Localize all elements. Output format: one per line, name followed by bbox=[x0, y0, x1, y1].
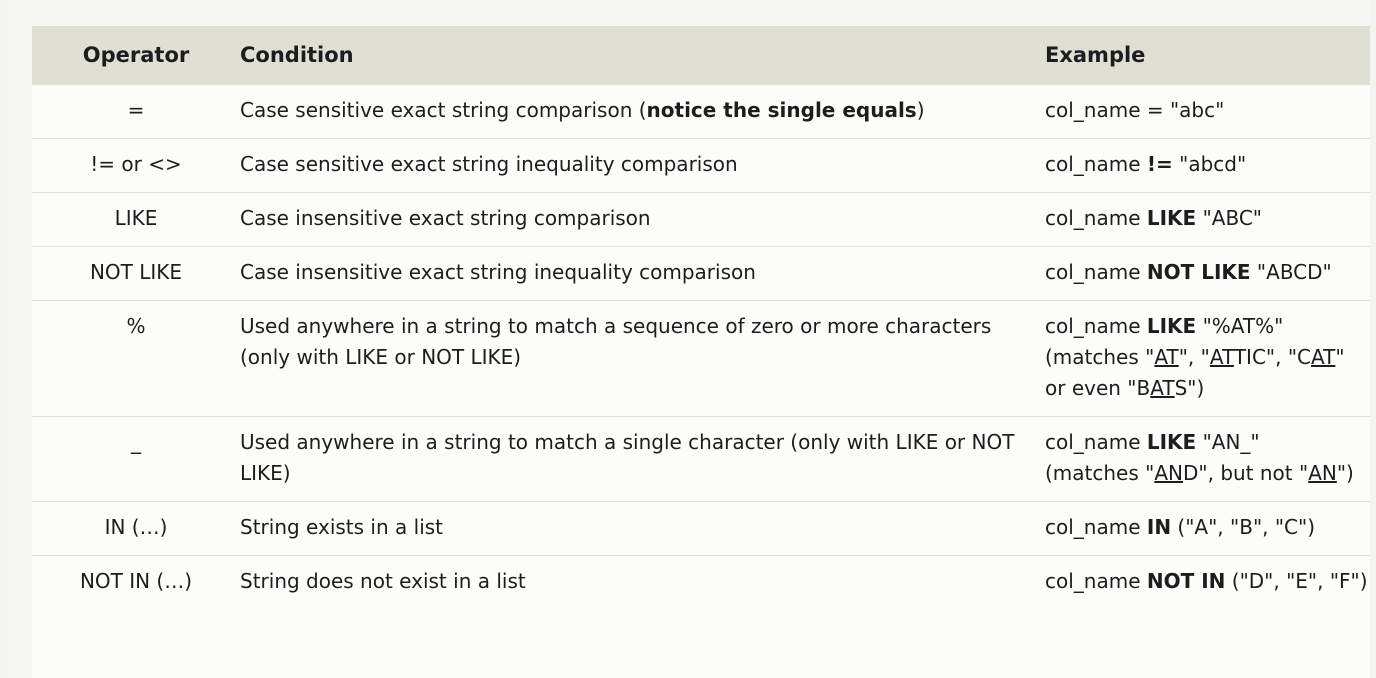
example-cell: col_name IN ("A", "B", "C") bbox=[1045, 500, 1370, 555]
operator-cell: != or <> bbox=[32, 137, 240, 192]
operator-cell: NOT LIKE bbox=[32, 245, 240, 300]
operator-table-panel: Operator Condition Example = Case sensit… bbox=[32, 26, 1370, 678]
header-operator: Operator bbox=[82, 42, 190, 67]
condition-cell: Case insensitive exact string comparison bbox=[240, 191, 1045, 246]
operator-cell: % bbox=[32, 299, 240, 416]
condition-cell: Used anywhere in a string to match a seq… bbox=[240, 299, 1045, 416]
header-example: Example bbox=[1045, 42, 1146, 67]
table-header-row: Operator Condition Example bbox=[32, 26, 1370, 84]
table-row: _ Used anywhere in a string to match a s… bbox=[32, 415, 1370, 501]
table-row: LIKE Case insensitive exact string compa… bbox=[32, 191, 1370, 246]
string-operator-table: Operator Condition Example = Case sensit… bbox=[32, 26, 1370, 609]
condition-cell: String exists in a list bbox=[240, 500, 1045, 555]
operator-cell: _ bbox=[32, 415, 240, 501]
example-cell: col_name LIKE "%AT%" (matches "AT", "ATTI… bbox=[1045, 299, 1370, 416]
table-row: NOT IN (…) String does not exist in a li… bbox=[32, 554, 1370, 609]
table-row: IN (…) String exists in a list col_name … bbox=[32, 500, 1370, 555]
condition-cell: Case insensitive exact string inequality… bbox=[240, 245, 1045, 300]
table-row: % Used anywhere in a string to match a s… bbox=[32, 299, 1370, 416]
condition-cell: Case sensitive exact string inequality c… bbox=[240, 137, 1045, 192]
operator-cell: = bbox=[32, 83, 240, 138]
example-cell: col_name != "abcd" bbox=[1045, 137, 1370, 192]
condition-cell: Used anywhere in a string to match a sin… bbox=[240, 415, 1045, 501]
example-cell: col_name LIKE "ABC" bbox=[1045, 191, 1370, 246]
operator-cell: NOT IN (…) bbox=[32, 554, 240, 609]
page: Operator Condition Example = Case sensit… bbox=[8, 0, 1370, 678]
example-cell: col_name NOT IN ("D", "E", "F") bbox=[1045, 554, 1370, 609]
example-cell: col_name LIKE "AN_" (matches "AND", but n… bbox=[1045, 415, 1370, 501]
table-row: NOT LIKE Case insensitive exact string i… bbox=[32, 245, 1370, 300]
table-row: != or <> Case sensitive exact string ine… bbox=[32, 137, 1370, 192]
header-condition: Condition bbox=[240, 42, 354, 67]
condition-cell: String does not exist in a list bbox=[240, 554, 1045, 609]
operator-cell: LIKE bbox=[32, 191, 240, 246]
table-row: = Case sensitive exact string comparison… bbox=[32, 83, 1370, 138]
condition-cell: Case sensitive exact string comparison (… bbox=[240, 83, 1045, 138]
example-cell: col_name = "abc" bbox=[1045, 83, 1370, 138]
operator-cell: IN (…) bbox=[32, 500, 240, 555]
example-cell: col_name NOT LIKE "ABCD" bbox=[1045, 245, 1370, 300]
